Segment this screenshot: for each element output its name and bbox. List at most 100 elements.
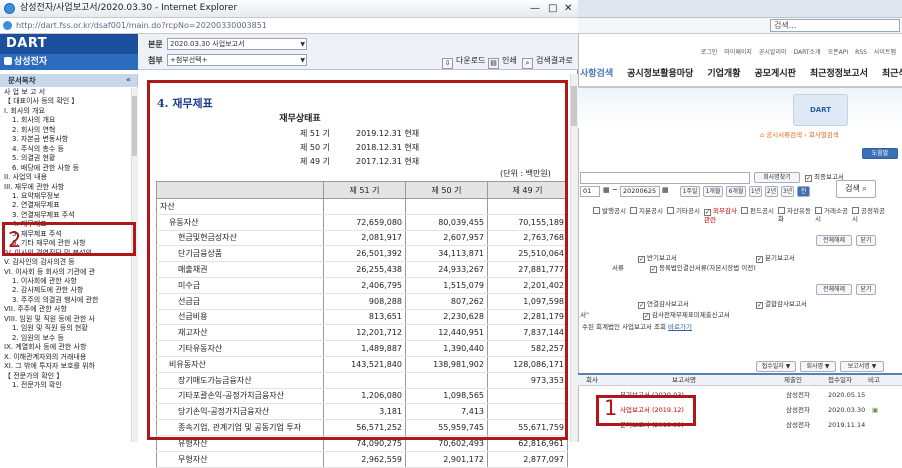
category-checkbox[interactable]: 공정위공시 <box>852 207 886 223</box>
category-checkbox[interactable]: ✓ 외부감사관련 <box>704 207 738 224</box>
address-bar[interactable]: http://dart.fss.or.kr/dsaf001/main.do?rc… <box>0 18 578 34</box>
toc-item[interactable]: 2. 감사제도에 관한 사항 <box>12 286 83 295</box>
download-button[interactable]: ⇩ 다운로드 <box>442 54 485 69</box>
background-search-input[interactable]: 검색... <box>770 19 900 32</box>
sort-company-button[interactable]: 회사명 ▼ <box>800 361 836 372</box>
select-all-button[interactable]: 전체해제 <box>816 235 852 246</box>
attach-select[interactable]: +첨부선택+ ▼ <box>167 54 307 66</box>
toc-item[interactable]: 2. 임원의 보수 등 <box>12 334 64 343</box>
select-all-button-2[interactable]: 전체해제 <box>816 284 852 295</box>
period-button[interactable]: 2년 <box>765 186 778 197</box>
sort-receipt-button[interactable]: 접수일자 ▼ <box>756 361 796 372</box>
top-link[interactable]: 오픈API <box>828 49 849 56</box>
toc-item[interactable]: 6. 배당에 관한 사항 등 <box>12 164 79 173</box>
document-scrollbar-thumb[interactable] <box>571 86 577 126</box>
toc-item[interactable]: I. 회사의 개요 <box>4 107 45 116</box>
collapse-icon[interactable]: « <box>126 75 131 84</box>
toc-item[interactable]: 1. 전문가의 확인 <box>12 381 62 390</box>
toc-item[interactable]: 4. 주식의 총수 등 <box>12 145 64 154</box>
body-select[interactable]: 2020.03.30 사업보고서 ▼ <box>167 38 307 50</box>
category-checkbox[interactable]: 펀드공시 <box>741 207 775 215</box>
close-icon[interactable]: ✕ <box>564 0 572 17</box>
background-main-nav[interactable]: 사항검색 공시정보활용마당 기업개황 공모게시판 최근정정보고서 최근삭제보고서 <box>578 62 902 88</box>
toc-item[interactable]: 2. 회사의 연혁 <box>12 126 55 135</box>
toc-item[interactable]: X. 이해관계자와의 거래내용 <box>4 353 86 362</box>
nav-item[interactable]: 공시정보활용마당 <box>627 62 693 86</box>
toc-item[interactable]: VI. 이사회 등 회사의 기관에 관 <box>4 268 95 277</box>
toc-item[interactable]: 3. 자본금 변동사항 <box>12 135 68 144</box>
close-button-2[interactable]: 닫기 <box>856 284 876 295</box>
period-button[interactable]: 1개월 <box>703 186 723 197</box>
note-icon[interactable]: ▣ <box>872 404 878 416</box>
minimize-icon[interactable]: — <box>530 0 540 17</box>
toc-item[interactable]: 5. 의결권 현황 <box>12 154 55 163</box>
back-to-results-button[interactable]: ⌕ 검색결과로 <box>522 54 573 69</box>
toc-item[interactable]: II. 사업의 내용 <box>4 173 47 182</box>
toc-item[interactable]: 1. 이사회에 관한 사항 <box>12 277 77 286</box>
shortcut-link[interactable]: 바로가기 <box>668 323 692 331</box>
pre-audit-checkbox[interactable]: 서" ✓ 감사전재무제표미제출신고서 <box>580 311 730 320</box>
toc-item[interactable]: 2. 연결재무제표 <box>12 201 60 210</box>
close-button[interactable]: 닫기 <box>856 235 876 246</box>
result-report-name[interactable]: 분기보고서 (2020.03) <box>620 389 684 401</box>
toc-item[interactable]: IX. 계열회사 등에 관한 사항 <box>4 343 86 352</box>
toc-item[interactable]: 사 업 보 고 서 <box>4 88 45 97</box>
category-checkbox[interactable]: 발행공시 <box>593 207 627 215</box>
company-search-button[interactable]: 회사명찾기 <box>754 172 800 183</box>
quarter-checkbox[interactable]: ✓ 분기보고서 <box>756 254 795 263</box>
background-top-links[interactable]: 로그인 마이페이지 공시알리미 DART소개 오픈API RSS 사이트맵 <box>578 46 902 60</box>
category-checkbox[interactable]: 자산유동화 <box>778 207 812 223</box>
consolidated-audit-checkbox[interactable]: ✓ 연결감사보고서 <box>638 300 689 309</box>
period-button[interactable]: 전체 <box>797 186 810 204</box>
top-link[interactable]: 공시알리미 <box>759 49 787 56</box>
toc-item[interactable]: VII. 주주에 관한 사항 <box>4 305 67 314</box>
document-scrollbar[interactable] <box>570 74 578 442</box>
calendar-icon[interactable]: ▦ ~ <box>603 186 618 194</box>
toc-item[interactable]: VIII. 임원 및 직원 등에 관한 사 <box>4 315 95 324</box>
period-button[interactable]: 1주일 <box>680 186 700 197</box>
toc-item[interactable]: 3. 주주의 의결권 행사에 관한 <box>12 296 98 305</box>
search-button[interactable]: 검색 ⌕ <box>836 180 876 198</box>
period-button[interactable]: 6개월 <box>726 186 746 197</box>
toc-item[interactable]: 【 전문가의 확인 】 <box>4 372 63 381</box>
calendar-icon[interactable]: ▦ <box>662 186 669 194</box>
sidebar-scrollbar-thumb[interactable] <box>132 96 137 156</box>
url-text[interactable]: http://dart.fss.or.kr/dsaf001/main.do?rc… <box>16 18 267 33</box>
period-button[interactable]: 1년 <box>749 186 762 197</box>
category-checkbox[interactable]: 지분공시 <box>630 207 664 215</box>
top-link[interactable]: 사이트맵 <box>874 49 896 56</box>
sort-report-button[interactable]: 보고서명 ▼ <box>840 361 884 372</box>
print-button[interactable]: ▤ 인쇄 <box>488 54 517 69</box>
top-link[interactable]: 마이페이지 <box>724 49 752 56</box>
result-report-name[interactable]: 사업보고서 (2019.12) <box>620 404 684 416</box>
half-year-checkbox[interactable]: ✓ 반기보고서 <box>638 254 677 263</box>
combined-audit-checkbox[interactable]: ✓ 결합감사보고서 <box>756 300 807 309</box>
nav-item[interactable]: 공모게시판 <box>755 62 796 86</box>
top-link[interactable]: 로그인 <box>701 49 718 56</box>
toc-item[interactable]: V. 감사인의 감사의견 등 <box>4 258 75 267</box>
register-checkbox[interactable]: 서류 ✓ 등록법인결산서류(자본시장법 이전) <box>580 264 756 273</box>
background-company-input[interactable] <box>580 172 750 184</box>
result-report-name[interactable]: 분기보고서 (2019.09) <box>620 419 684 431</box>
category-checkbox[interactable]: 거래소공시 <box>815 207 849 223</box>
date-from-input[interactable]: 01 <box>580 186 600 197</box>
period-button[interactable]: 3년 <box>781 186 794 197</box>
nav-item[interactable]: 최근삭제보고서 <box>882 62 902 86</box>
toc-item[interactable]: 1. 회사의 개요 <box>12 116 55 125</box>
nav-item[interactable]: 최근정정보고서 <box>810 62 868 86</box>
maximize-icon[interactable]: □ <box>548 0 557 17</box>
date-to-input[interactable]: 20200625 <box>620 186 660 197</box>
help-button[interactable]: 도움말 <box>862 148 898 159</box>
nav-item[interactable]: 기업개황 <box>707 62 740 86</box>
toc-item[interactable]: 1. 요약재무정보 <box>12 192 60 201</box>
category-checkbox[interactable]: 기타공시 <box>667 207 701 215</box>
toc-item[interactable]: 【 대표이사 등의 확인 】 <box>4 97 78 106</box>
toc-item[interactable]: III. 재무에 관한 사항 <box>4 183 64 192</box>
dart-logo[interactable]: DART <box>0 34 138 54</box>
nav-item[interactable]: 사항검색 <box>580 62 613 86</box>
toc-item[interactable]: 3. 연결재무제표 주석 <box>12 211 75 220</box>
toc-item[interactable]: 1. 임원 및 직원 등의 현황 <box>12 324 88 333</box>
top-link[interactable]: DART소개 <box>794 49 821 56</box>
toc-item[interactable]: XI. 그 밖에 투자자 보호를 위하 <box>4 362 95 371</box>
top-link[interactable]: RSS <box>855 49 867 56</box>
